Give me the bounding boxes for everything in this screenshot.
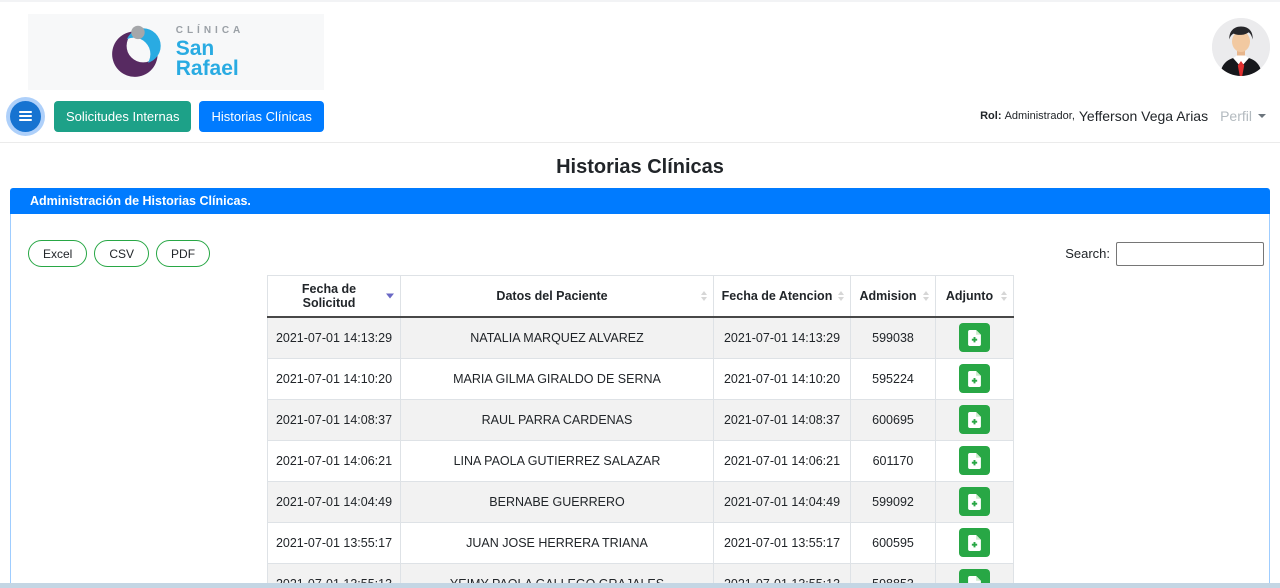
search-label: Search: (1065, 246, 1110, 261)
historias-table-wrapper: Fecha de Solicitud Datos del Paciente Fe… (267, 275, 1013, 588)
sort-icon (701, 291, 707, 301)
panel-header: Administración de Historias Clínicas. (10, 188, 1270, 214)
search-input[interactable] (1116, 242, 1264, 266)
avatar-illustration (1212, 18, 1270, 76)
cell-admision: 601170 (851, 440, 936, 481)
file-plus-icon (968, 412, 981, 428)
cell-datos-paciente: MARIA GILMA GIRALDO DE SERNA (401, 358, 714, 399)
attachment-button[interactable] (959, 446, 990, 475)
nav-button-historias-clinicas[interactable]: Historias Clínicas (199, 101, 323, 132)
page: CLÍNICA San Rafael Solicitudes Internas (0, 0, 1280, 588)
cell-fecha-atencion: 2021-07-01 14:10:20 (714, 358, 851, 399)
cell-datos-paciente: JUAN JOSE HERRERA TRIANA (401, 522, 714, 563)
cell-datos-paciente: NATALIA MARQUEZ ALVAREZ (401, 317, 714, 358)
table-row: 2021-07-01 13:55:17 JUAN JOSE HERRERA TR… (268, 522, 1014, 563)
user-name: Yefferson Vega Arias (1079, 108, 1208, 124)
cell-fecha-solicitud: 2021-07-01 14:08:37 (268, 399, 401, 440)
role-label: Rol: (980, 110, 1001, 122)
sort-desc-icon (386, 294, 394, 299)
export-pdf-button[interactable]: PDF (156, 240, 210, 267)
cell-fecha-solicitud: 2021-07-01 13:55:17 (268, 522, 401, 563)
cell-adjunto (936, 440, 1014, 481)
clinic-logo: CLÍNICA San Rafael (28, 14, 324, 90)
sort-icon (923, 291, 929, 301)
cell-fecha-solicitud: 2021-07-01 14:13:29 (268, 317, 401, 358)
hamburger-icon (19, 111, 32, 113)
table-row: 2021-07-01 14:04:49 BERNABE GUERRERO 202… (268, 481, 1014, 522)
cell-fecha-atencion: 2021-07-01 14:13:29 (714, 317, 851, 358)
cell-admision: 600595 (851, 522, 936, 563)
table-row: 2021-07-01 14:06:21 LINA PAOLA GUTIERREZ… (268, 440, 1014, 481)
column-header-fecha-solicitud[interactable]: Fecha de Solicitud (268, 276, 401, 318)
attachment-button[interactable] (959, 487, 990, 516)
panel-body: Excel CSV PDF Search: (10, 214, 1270, 588)
menu-toggle-button[interactable] (10, 101, 41, 132)
cell-admision: 599092 (851, 481, 936, 522)
export-excel-button[interactable]: Excel (28, 240, 87, 267)
export-csv-button[interactable]: CSV (94, 240, 149, 267)
column-header-datos-paciente[interactable]: Datos del Paciente (401, 276, 714, 318)
table-header-row: Fecha de Solicitud Datos del Paciente Fe… (268, 276, 1014, 318)
cell-admision: 600695 (851, 399, 936, 440)
cell-adjunto (936, 522, 1014, 563)
main-navbar: Solicitudes Internas Historias Clínicas … (0, 90, 1280, 143)
cell-adjunto (936, 481, 1014, 522)
cell-adjunto (936, 399, 1014, 440)
cell-fecha-atencion: 2021-07-01 14:08:37 (714, 399, 851, 440)
profile-label: Perfil (1220, 108, 1252, 124)
search-area: Search: (1065, 242, 1264, 266)
table-row: 2021-07-01 14:08:37 RAUL PARRA CARDENAS … (268, 399, 1014, 440)
attachment-button[interactable] (959, 323, 990, 352)
role-text: Rol: Administrador, (980, 110, 1075, 122)
cell-admision: 599038 (851, 317, 936, 358)
file-plus-icon (968, 371, 981, 387)
clinic-logo-icon (108, 19, 170, 86)
table-row: 2021-07-01 14:13:29 NATALIA MARQUEZ ALVA… (268, 317, 1014, 358)
horizontal-scrollbar[interactable] (0, 583, 1280, 588)
cell-adjunto (936, 358, 1014, 399)
profile-dropdown[interactable]: Perfil (1220, 108, 1266, 124)
logo-name-bottom: Rafael (176, 59, 245, 79)
attachment-button[interactable] (959, 528, 990, 557)
top-header: CLÍNICA San Rafael (0, 0, 1280, 90)
historias-table: Fecha de Solicitud Datos del Paciente Fe… (267, 275, 1014, 588)
nav-button-solicitudes-internas[interactable]: Solicitudes Internas (54, 101, 191, 132)
table-toolbar: Excel CSV PDF Search: (11, 240, 1269, 267)
file-plus-icon (968, 330, 981, 346)
cell-fecha-solicitud: 2021-07-01 14:06:21 (268, 440, 401, 481)
role-value: Administrador, (1005, 110, 1075, 122)
cell-adjunto (936, 317, 1014, 358)
cell-fecha-atencion: 2021-07-01 13:55:17 (714, 522, 851, 563)
cell-datos-paciente: BERNABE GUERRERO (401, 481, 714, 522)
file-plus-icon (968, 535, 981, 551)
user-avatar[interactable] (1212, 18, 1270, 76)
file-plus-icon (968, 494, 981, 510)
file-plus-icon (968, 453, 981, 469)
attachment-button[interactable] (959, 364, 990, 393)
attachment-button[interactable] (959, 405, 990, 434)
logo-clinic-label: CLÍNICA (176, 26, 245, 36)
column-header-adjunto[interactable]: Adjunto (936, 276, 1014, 318)
cell-admision: 595224 (851, 358, 936, 399)
clinic-logo-text: CLÍNICA San Rafael (176, 26, 245, 79)
user-info-area: Rol: Administrador, Yefferson Vega Arias… (980, 108, 1266, 124)
table-row: 2021-07-01 14:10:20 MARIA GILMA GIRALDO … (268, 358, 1014, 399)
export-buttons: Excel CSV PDF (28, 240, 210, 267)
cell-fecha-atencion: 2021-07-01 14:06:21 (714, 440, 851, 481)
sort-icon (1001, 291, 1007, 301)
chevron-down-icon (1258, 114, 1266, 118)
historias-panel: Administración de Historias Clínicas. Ex… (10, 188, 1270, 588)
cell-fecha-atencion: 2021-07-01 14:04:49 (714, 481, 851, 522)
column-header-fecha-atencion[interactable]: Fecha de Atencion (714, 276, 851, 318)
cell-fecha-solicitud: 2021-07-01 14:10:20 (268, 358, 401, 399)
page-title: Historias Clínicas (0, 156, 1280, 179)
cell-datos-paciente: RAUL PARRA CARDENAS (401, 399, 714, 440)
cell-fecha-solicitud: 2021-07-01 14:04:49 (268, 481, 401, 522)
column-header-admision[interactable]: Admision (851, 276, 936, 318)
sort-icon (838, 291, 844, 301)
cell-datos-paciente: LINA PAOLA GUTIERREZ SALAZAR (401, 440, 714, 481)
logo-name-top: San (176, 39, 245, 59)
